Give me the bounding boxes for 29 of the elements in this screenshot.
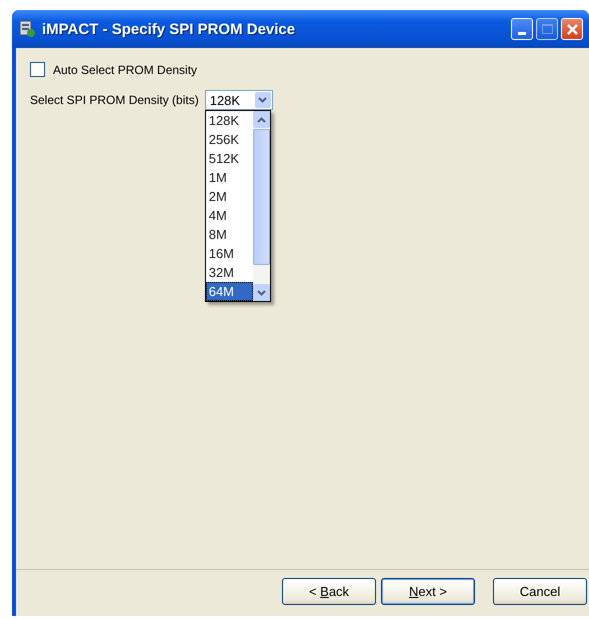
- dropdown-option[interactable]: 256K: [206, 130, 253, 149]
- scroll-up-icon: [252, 111, 270, 128]
- density-label: Select SPI PROM Density (bits): [30, 92, 199, 109]
- window-title: iMPACT - Specify SPI PROM Device: [42, 20, 296, 38]
- dropdown-option[interactable]: 128K: [206, 111, 253, 130]
- maximize-button[interactable]: [536, 18, 558, 40]
- dropdown-option[interactable]: 4M: [206, 206, 253, 225]
- dropdown-option[interactable]: 2M: [206, 187, 253, 206]
- dropdown-option[interactable]: 64M: [206, 282, 253, 301]
- scrollbar-thumb[interactable]: [252, 129, 270, 265]
- minimize-icon: [518, 32, 526, 35]
- dialog-button[interactable]: < Back: [282, 578, 376, 604]
- app-icon: [18, 20, 36, 38]
- checkbox[interactable]: [30, 62, 45, 77]
- close-icon: [566, 24, 578, 34]
- dialog-button[interactable]: Cancel: [493, 578, 587, 604]
- maximize-icon: [542, 24, 552, 34]
- dropdown-option[interactable]: 16M: [206, 244, 253, 263]
- minimize-button[interactable]: [511, 18, 533, 40]
- checkbox-label: Auto Select PROM Density: [53, 62, 198, 76]
- dropdown-option[interactable]: 8M: [206, 225, 253, 244]
- close-button[interactable]: [561, 18, 583, 40]
- dialog-button[interactable]: Next >: [381, 578, 475, 604]
- dropdown-option[interactable]: 1M: [206, 168, 253, 187]
- dropdown-option[interactable]: 512K: [206, 149, 253, 168]
- density-dropdown[interactable]: 128K: [204, 90, 273, 110]
- dropdown-option[interactable]: 32M: [206, 263, 253, 282]
- scroll-down-icon: [252, 284, 270, 301]
- scrollbar[interactable]: [252, 111, 270, 301]
